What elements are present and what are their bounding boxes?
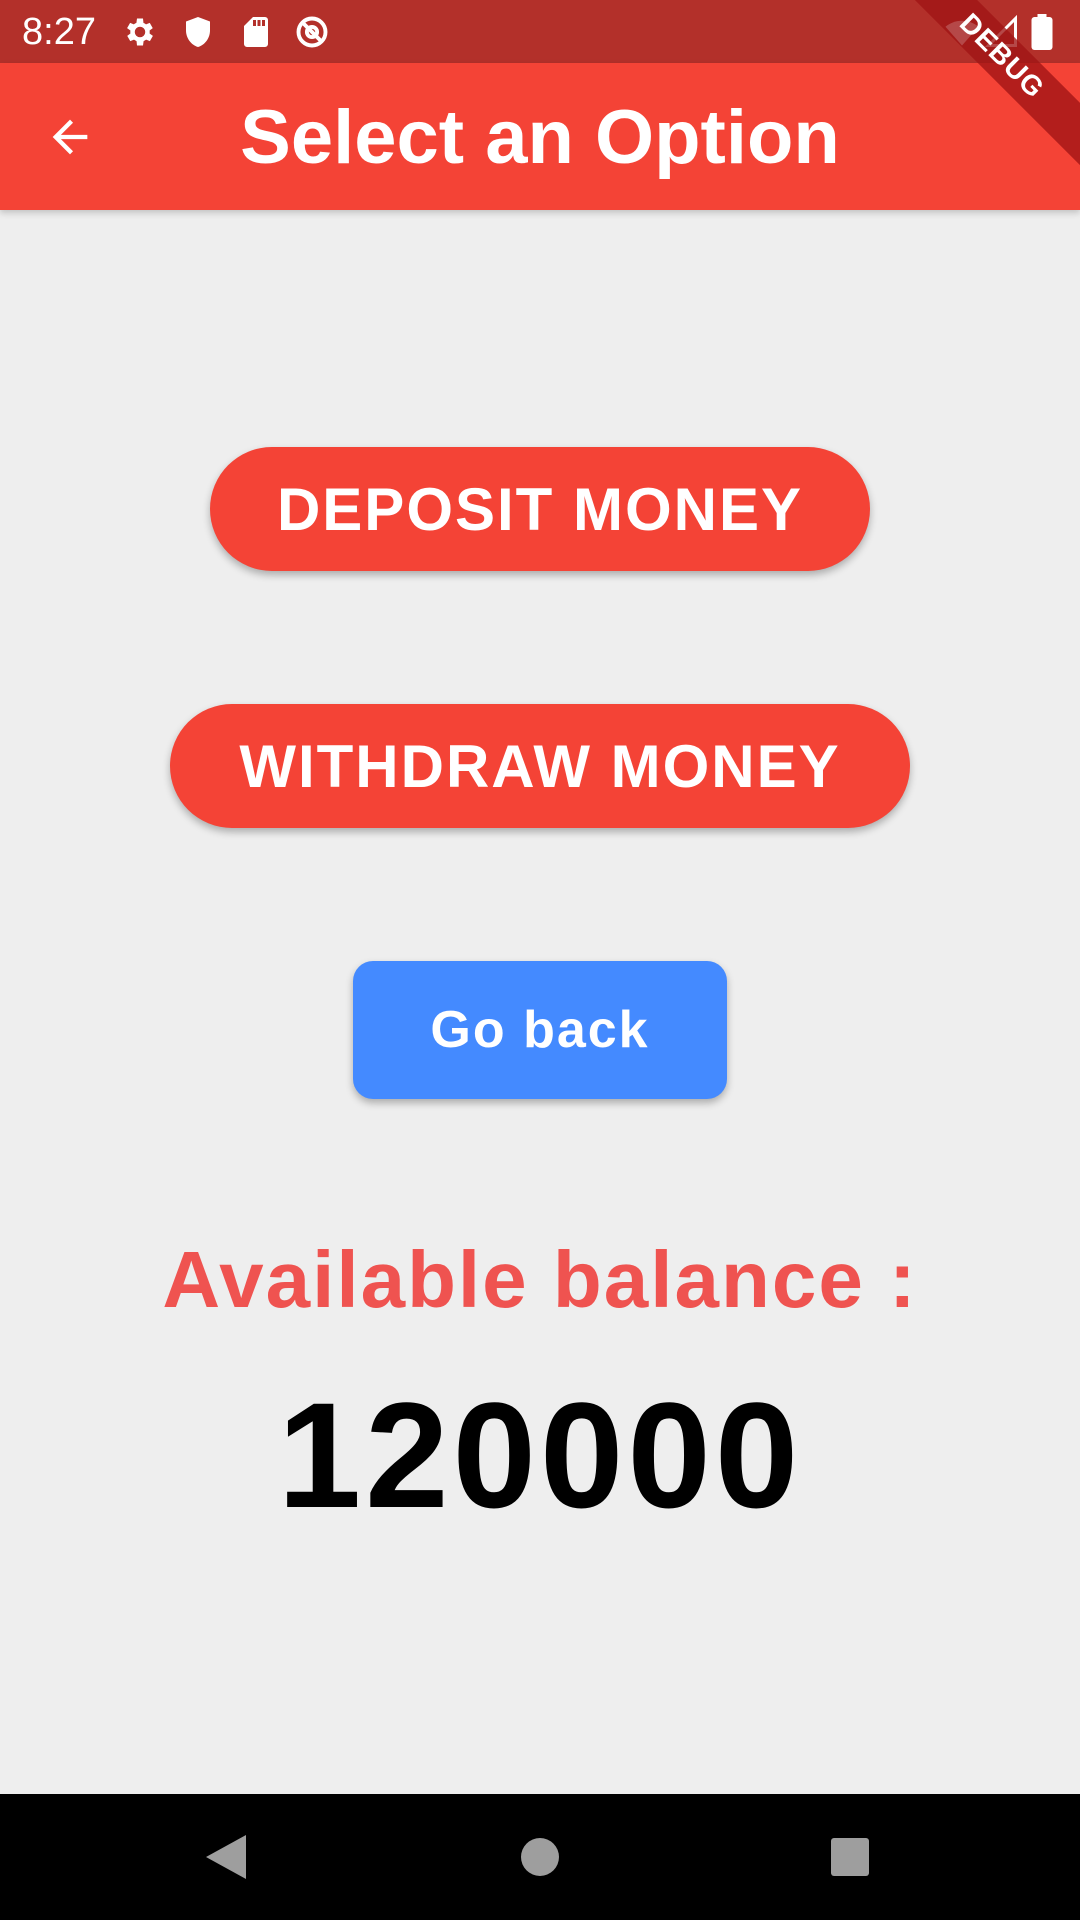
nav-back-button[interactable]	[196, 1827, 256, 1887]
deposit-money-button[interactable]: DEPOSIT MONEY	[210, 447, 870, 571]
status-time: 8:27	[22, 11, 96, 53]
app-bar: Select an Option	[0, 63, 1080, 210]
nav-recents-button[interactable]	[820, 1827, 880, 1887]
nav-home-button[interactable]	[510, 1827, 570, 1887]
at-sign-icon	[294, 14, 330, 50]
page-title: Select an Option	[240, 95, 840, 180]
nav-back-icon	[206, 1835, 246, 1879]
navigation-bar	[0, 1794, 1080, 1920]
battery-icon	[1030, 14, 1054, 50]
shield-icon	[180, 14, 216, 50]
nav-recents-icon	[831, 1838, 869, 1876]
sd-card-icon	[238, 14, 274, 50]
withdraw-money-button[interactable]: WITHDRAW MONEY	[170, 704, 910, 828]
nav-home-icon	[521, 1838, 559, 1876]
settings-icon	[122, 14, 158, 50]
screen: 8:27 Select an Option DEBUG DEPOSIT MONE…	[0, 0, 1080, 1920]
go-back-button[interactable]: Go back	[353, 961, 727, 1099]
status-bar: 8:27	[0, 0, 1080, 63]
balance-label: Available balance :	[162, 1235, 918, 1324]
balance-value: 120000	[277, 1371, 803, 1539]
